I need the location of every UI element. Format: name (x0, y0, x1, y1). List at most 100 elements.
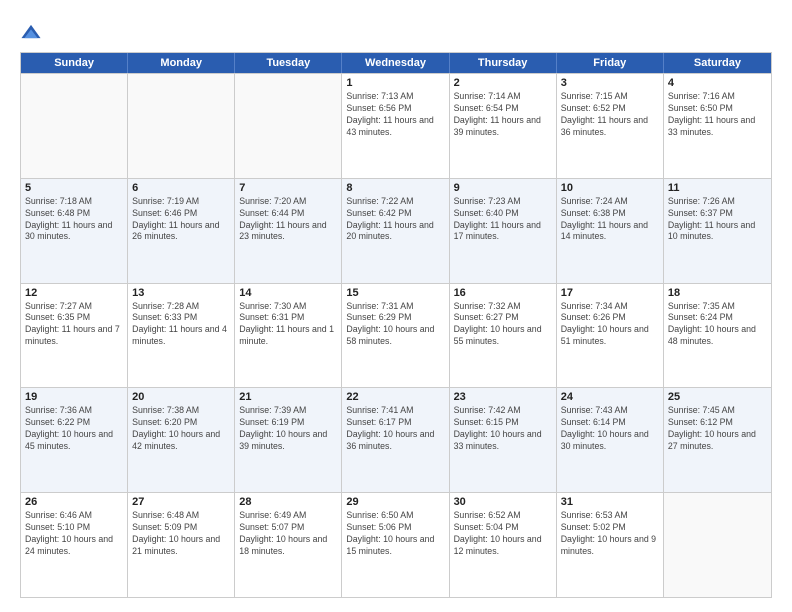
cell-day-number: 18 (668, 287, 767, 299)
calendar-cell: 31 Sunrise: 6:53 AM Sunset: 5:02 PM Dayli… (557, 493, 664, 597)
calendar-cell: 21 Sunrise: 7:39 AM Sunset: 6:19 PM Dayli… (235, 388, 342, 492)
calendar-cell: 17 Sunrise: 7:34 AM Sunset: 6:26 PM Dayli… (557, 284, 664, 388)
cell-day-number: 7 (239, 182, 337, 194)
cell-info: Sunrise: 7:28 AM Sunset: 6:33 PM Dayligh… (132, 301, 230, 349)
weekday-header: Saturday (664, 53, 771, 73)
cell-info: Sunrise: 7:18 AM Sunset: 6:48 PM Dayligh… (25, 196, 123, 244)
calendar-cell: 5Sunrise: 7:18 AM Sunset: 6:48 PM Daylig… (21, 179, 128, 283)
calendar-cell: 11 Sunrise: 7:26 AM Sunset: 6:37 PM Dayli… (664, 179, 771, 283)
cell-day-number: 29 (346, 496, 444, 508)
calendar-cell: 7 Sunrise: 7:20 AM Sunset: 6:44 PM Daylig… (235, 179, 342, 283)
cell-info: Sunrise: 7:27 AM Sunset: 6:35 PM Dayligh… (25, 301, 123, 349)
calendar-cell: 26Sunrise: 6:46 AM Sunset: 5:10 PM Dayli… (21, 493, 128, 597)
cell-day-number: 21 (239, 391, 337, 403)
calendar-row: 12 Sunrise: 7:27 AM Sunset: 6:35 PM Dayli… (21, 283, 771, 388)
calendar-cell (235, 74, 342, 178)
cell-info: Sunrise: 7:36 AM Sunset: 6:22 PM Dayligh… (25, 405, 123, 453)
cell-info: Sunrise: 7:35 AM Sunset: 6:24 PM Dayligh… (668, 301, 767, 349)
weekday-header: Sunday (21, 53, 128, 73)
cell-info: Sunrise: 6:46 AM Sunset: 5:10 PM Dayligh… (25, 510, 123, 558)
weekday-header: Thursday (450, 53, 557, 73)
calendar-row: 19 Sunrise: 7:36 AM Sunset: 6:22 PM Dayli… (21, 387, 771, 492)
weekday-header: Friday (557, 53, 664, 73)
cell-info: Sunrise: 7:45 AM Sunset: 6:12 PM Dayligh… (668, 405, 767, 453)
cell-info: Sunrise: 7:38 AM Sunset: 6:20 PM Dayligh… (132, 405, 230, 453)
calendar-cell: 16 Sunrise: 7:32 AM Sunset: 6:27 PM Dayli… (450, 284, 557, 388)
cell-info: Sunrise: 7:15 AM Sunset: 6:52 PM Dayligh… (561, 91, 659, 139)
cell-info: Sunrise: 6:48 AM Sunset: 5:09 PM Dayligh… (132, 510, 230, 558)
cell-day-number: 30 (454, 496, 552, 508)
calendar-cell: 25 Sunrise: 7:45 AM Sunset: 6:12 PM Dayli… (664, 388, 771, 492)
cell-day-number: 11 (668, 182, 767, 194)
header (20, 18, 772, 44)
cell-info: Sunrise: 7:14 AM Sunset: 6:54 PM Dayligh… (454, 91, 552, 139)
calendar-cell: 23 Sunrise: 7:42 AM Sunset: 6:15 PM Dayli… (450, 388, 557, 492)
calendar-cell: 2Sunrise: 7:14 AM Sunset: 6:54 PM Daylig… (450, 74, 557, 178)
calendar-row: 26Sunrise: 6:46 AM Sunset: 5:10 PM Dayli… (21, 492, 771, 597)
calendar-cell: 8 Sunrise: 7:22 AM Sunset: 6:42 PM Daylig… (342, 179, 449, 283)
cell-day-number: 1 (346, 77, 444, 89)
cell-info: Sunrise: 7:31 AM Sunset: 6:29 PM Dayligh… (346, 301, 444, 349)
calendar-row: 5Sunrise: 7:18 AM Sunset: 6:48 PM Daylig… (21, 178, 771, 283)
cell-day-number: 27 (132, 496, 230, 508)
calendar-cell: 3 Sunrise: 7:15 AM Sunset: 6:52 PM Daylig… (557, 74, 664, 178)
calendar-cell (21, 74, 128, 178)
calendar-cell: 19 Sunrise: 7:36 AM Sunset: 6:22 PM Dayli… (21, 388, 128, 492)
cell-info: Sunrise: 7:26 AM Sunset: 6:37 PM Dayligh… (668, 196, 767, 244)
calendar: SundayMondayTuesdayWednesdayThursdayFrid… (20, 52, 772, 598)
cell-day-number: 16 (454, 287, 552, 299)
cell-info: Sunrise: 7:24 AM Sunset: 6:38 PM Dayligh… (561, 196, 659, 244)
calendar-cell: 28 Sunrise: 6:49 AM Sunset: 5:07 PM Dayli… (235, 493, 342, 597)
weekday-header: Monday (128, 53, 235, 73)
calendar-cell: 12 Sunrise: 7:27 AM Sunset: 6:35 PM Dayli… (21, 284, 128, 388)
cell-info: Sunrise: 7:23 AM Sunset: 6:40 PM Dayligh… (454, 196, 552, 244)
calendar-cell (128, 74, 235, 178)
cell-info: Sunrise: 6:52 AM Sunset: 5:04 PM Dayligh… (454, 510, 552, 558)
cell-info: Sunrise: 7:34 AM Sunset: 6:26 PM Dayligh… (561, 301, 659, 349)
cell-day-number: 19 (25, 391, 123, 403)
cell-day-number: 31 (561, 496, 659, 508)
cell-info: Sunrise: 6:50 AM Sunset: 5:06 PM Dayligh… (346, 510, 444, 558)
cell-day-number: 15 (346, 287, 444, 299)
cell-day-number: 20 (132, 391, 230, 403)
cell-info: Sunrise: 6:49 AM Sunset: 5:07 PM Dayligh… (239, 510, 337, 558)
logo-icon (20, 22, 42, 44)
cell-info: Sunrise: 7:20 AM Sunset: 6:44 PM Dayligh… (239, 196, 337, 244)
weekday-header: Wednesday (342, 53, 449, 73)
calendar-cell: 10Sunrise: 7:24 AM Sunset: 6:38 PM Dayli… (557, 179, 664, 283)
cell-info: Sunrise: 7:19 AM Sunset: 6:46 PM Dayligh… (132, 196, 230, 244)
cell-info: Sunrise: 6:53 AM Sunset: 5:02 PM Dayligh… (561, 510, 659, 558)
cell-day-number: 25 (668, 391, 767, 403)
calendar-cell: 4Sunrise: 7:16 AM Sunset: 6:50 PM Daylig… (664, 74, 771, 178)
cell-day-number: 28 (239, 496, 337, 508)
calendar-cell: 29 Sunrise: 6:50 AM Sunset: 5:06 PM Dayli… (342, 493, 449, 597)
calendar-cell: 13Sunrise: 7:28 AM Sunset: 6:33 PM Dayli… (128, 284, 235, 388)
calendar-header: SundayMondayTuesdayWednesdayThursdayFrid… (21, 53, 771, 73)
calendar-cell: 15 Sunrise: 7:31 AM Sunset: 6:29 PM Dayli… (342, 284, 449, 388)
calendar-cell: 30 Sunrise: 6:52 AM Sunset: 5:04 PM Dayli… (450, 493, 557, 597)
cell-day-number: 4 (668, 77, 767, 89)
calendar-cell: 24Sunrise: 7:43 AM Sunset: 6:14 PM Dayli… (557, 388, 664, 492)
calendar-cell: 27 Sunrise: 6:48 AM Sunset: 5:09 PM Dayli… (128, 493, 235, 597)
cell-day-number: 17 (561, 287, 659, 299)
cell-info: Sunrise: 7:22 AM Sunset: 6:42 PM Dayligh… (346, 196, 444, 244)
cell-info: Sunrise: 7:42 AM Sunset: 6:15 PM Dayligh… (454, 405, 552, 453)
cell-day-number: 14 (239, 287, 337, 299)
calendar-cell (664, 493, 771, 597)
cell-day-number: 3 (561, 77, 659, 89)
logo (20, 22, 44, 44)
cell-info: Sunrise: 7:30 AM Sunset: 6:31 PM Dayligh… (239, 301, 337, 349)
cell-info: Sunrise: 7:32 AM Sunset: 6:27 PM Dayligh… (454, 301, 552, 349)
cell-info: Sunrise: 7:13 AM Sunset: 6:56 PM Dayligh… (346, 91, 444, 139)
cell-day-number: 22 (346, 391, 444, 403)
calendar-row: 1 Sunrise: 7:13 AM Sunset: 6:56 PM Daylig… (21, 73, 771, 178)
calendar-page: SundayMondayTuesdayWednesdayThursdayFrid… (0, 0, 792, 612)
cell-info: Sunrise: 7:39 AM Sunset: 6:19 PM Dayligh… (239, 405, 337, 453)
calendar-cell: 9Sunrise: 7:23 AM Sunset: 6:40 PM Daylig… (450, 179, 557, 283)
calendar-cell: 14 Sunrise: 7:30 AM Sunset: 6:31 PM Dayli… (235, 284, 342, 388)
cell-day-number: 6 (132, 182, 230, 194)
cell-day-number: 8 (346, 182, 444, 194)
cell-day-number: 23 (454, 391, 552, 403)
weekday-header: Tuesday (235, 53, 342, 73)
cell-day-number: 12 (25, 287, 123, 299)
